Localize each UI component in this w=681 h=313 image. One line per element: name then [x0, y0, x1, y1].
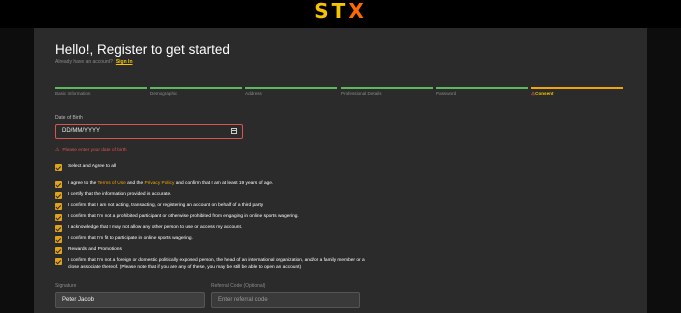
terms-of-use-link[interactable]: Terms of Use — [98, 181, 126, 186]
step-label: Basic Information — [55, 91, 91, 96]
signature-field[interactable]: Peter Jacob — [55, 292, 205, 308]
step-label: Demographic — [150, 91, 178, 96]
account-access-checkbox[interactable] — [55, 225, 62, 232]
privacy-policy-link[interactable]: Privacy Policy — [145, 181, 175, 186]
brand-logo[interactable]: STX — [0, 0, 681, 22]
rewards-promotions-checkbox[interactable] — [55, 247, 62, 254]
consent-label: I confirm that I am not acting, transact… — [68, 203, 264, 208]
warning-icon: ⚠ — [55, 148, 60, 153]
referral-label: Referral Code (Optional) — [211, 283, 266, 289]
consent-label: I confirm that I'm not a prohibited part… — [68, 214, 299, 219]
signin-prompt: Already have an account? Sign In — [55, 59, 133, 65]
dob-field[interactable]: DD/MM/YYYY — [55, 124, 243, 139]
step-label: Professional Details — [341, 91, 382, 96]
terms-checkbox[interactable] — [55, 181, 62, 188]
referral-code-field[interactable]: Enter referral code — [211, 292, 360, 308]
pep-checkbox[interactable] — [55, 258, 62, 265]
prohibited-participant-checkbox[interactable] — [55, 214, 62, 221]
dob-value: DD/MM/YYYY — [62, 128, 101, 134]
fit-to-participate-checkbox[interactable] — [55, 236, 62, 243]
page-title: Hello!, Register to get started — [55, 42, 230, 57]
consent-label: I confirm that I'm fit to participate in… — [68, 236, 193, 241]
consent-label: I certify that the information provided … — [68, 192, 172, 197]
progress-steps: Basic Information Demographic Address Pr… — [55, 87, 623, 99]
signature-label: Signature — [55, 283, 77, 289]
accurate-info-checkbox[interactable] — [55, 192, 62, 199]
third-party-checkbox[interactable] — [55, 203, 62, 210]
calendar-icon[interactable] — [231, 128, 237, 134]
select-all-checkbox[interactable] — [55, 164, 62, 171]
step-label: Address — [245, 91, 262, 96]
dob-error-text: Please enter your date of birth — [62, 148, 127, 153]
dob-label: Date of Birth — [55, 115, 83, 121]
right-gutter — [647, 28, 681, 313]
step-label: ⚠Consent — [531, 91, 554, 96]
terms-label: I agree to the Terms of Use and the Priv… — [68, 181, 274, 186]
dob-error: ⚠ Please enter your date of birth — [55, 148, 127, 153]
signin-link[interactable]: Sign In — [116, 59, 133, 65]
consent-label: Rewards and Promotions — [68, 247, 122, 252]
top-bar: STX — [0, 0, 681, 28]
consent-label: I acknowledge that I may not allow any o… — [68, 225, 243, 230]
consent-label: I confirm that I'm not a foreign or dome… — [68, 258, 365, 270]
signin-prompt-text: Already have an account? — [55, 59, 113, 65]
select-all-label: Select and Agree to all — [68, 164, 117, 169]
left-gutter — [0, 28, 34, 313]
step-label: Password — [436, 91, 457, 96]
